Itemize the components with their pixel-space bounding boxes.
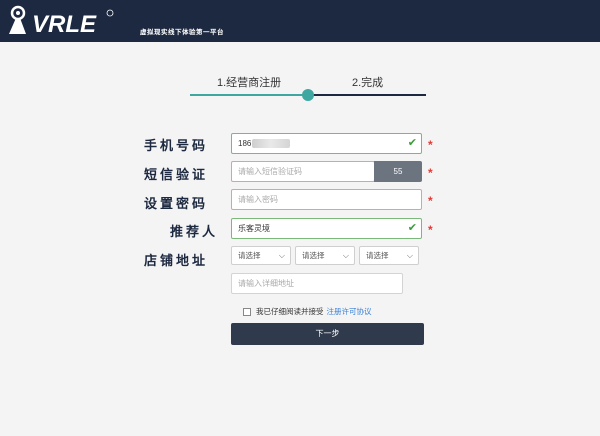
sms-placeholder: 请输入短信验证码 — [238, 167, 302, 176]
province-select[interactable]: 请选择 ⌵ — [231, 246, 291, 265]
address-label: 店铺地址 — [144, 253, 209, 268]
detail-address-input[interactable]: 请输入详细地址 — [231, 273, 403, 294]
required-marker: * — [428, 166, 433, 180]
city-select[interactable]: 请选择 ⌵ — [295, 246, 355, 265]
chevron-down-icon: ⌵ — [406, 251, 413, 260]
password-placeholder: 请输入密码 — [238, 195, 278, 204]
progress-indicator — [302, 89, 314, 101]
top-header: VRLE 虚拟现实线下体验第一平台 — [0, 0, 600, 42]
referrer-value: 乐客灵境 — [238, 224, 270, 233]
agreement-text: 我已仔细阅读并接受 — [256, 307, 324, 316]
detail-address-placeholder: 请输入详细地址 — [238, 279, 294, 288]
check-icon: ✔ — [407, 222, 417, 234]
chevron-down-icon: ⌵ — [342, 251, 349, 260]
chevron-down-icon: ⌵ — [278, 251, 285, 260]
license-agreement-link[interactable]: 注册许可协议 — [327, 306, 372, 317]
sms-label: 短信验证 — [144, 167, 209, 182]
agreement-checkbox[interactable] — [243, 307, 251, 316]
vrle-logo[interactable]: VRLE — [6, 4, 134, 38]
required-marker: * — [428, 223, 433, 237]
phone-input[interactable]: 186 ✔ — [231, 133, 422, 154]
step-2-label: 2.完成 — [352, 77, 384, 89]
progress-track-remaining — [308, 94, 426, 96]
check-icon: ✔ — [407, 137, 417, 149]
required-marker: * — [428, 194, 433, 208]
referrer-label: 推荐人 — [170, 224, 219, 239]
step-1-label: 1.经营商注册 — [217, 77, 282, 89]
header-tagline: 虚拟现实线下体验第一平台 — [140, 29, 224, 36]
city-select-value: 请选择 — [302, 251, 325, 260]
progress-track-complete — [190, 94, 308, 96]
password-input[interactable]: 请输入密码 — [231, 189, 422, 210]
send-sms-button[interactable]: 55 — [374, 161, 422, 182]
phone-value: 186 — [238, 139, 252, 148]
sms-code-input[interactable]: 请输入短信验证码 — [231, 161, 375, 182]
next-step-button[interactable]: 下一步 — [231, 323, 424, 345]
phone-masked-digits — [252, 139, 291, 149]
district-select[interactable]: 请选择 ⌵ — [359, 246, 419, 265]
phone-label: 手机号码 — [144, 138, 209, 153]
agreement-row: 我已仔细阅读并接受 注册许可协议 — [243, 306, 372, 317]
svg-text:VRLE: VRLE — [32, 11, 97, 38]
required-marker: * — [428, 138, 433, 152]
password-label: 设置密码 — [144, 196, 209, 211]
district-select-value: 请选择 — [366, 251, 389, 260]
province-select-value: 请选择 — [238, 251, 261, 260]
referrer-input[interactable]: 乐客灵境 ✔ — [231, 218, 422, 239]
